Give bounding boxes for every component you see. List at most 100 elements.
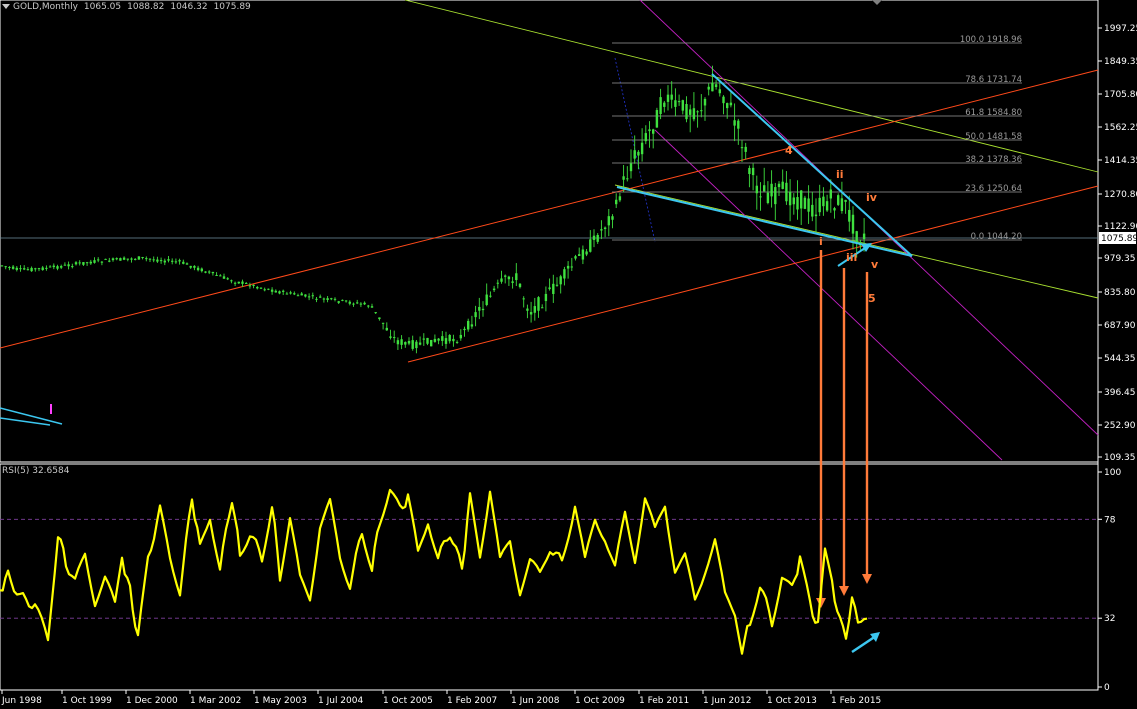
candle-body xyxy=(326,298,329,300)
candle-body xyxy=(15,267,18,270)
price-tick-label: 1414.35 xyxy=(1104,156,1137,166)
wave-label-v: v xyxy=(871,258,879,271)
candle-body xyxy=(711,82,714,92)
candle-body xyxy=(670,94,673,100)
candle-body xyxy=(837,195,840,205)
candle-body xyxy=(707,86,710,90)
candle-body xyxy=(174,261,178,263)
candle-body xyxy=(11,266,15,269)
candle-body xyxy=(45,267,48,269)
candle-body xyxy=(211,271,215,274)
candle-body xyxy=(196,267,200,271)
candle-body xyxy=(855,231,858,243)
candle-body xyxy=(459,334,462,339)
candle-body xyxy=(474,312,477,318)
candle-body xyxy=(322,298,326,300)
candle-body xyxy=(389,336,392,338)
main-pane-frame xyxy=(0,0,1099,463)
candle-body xyxy=(751,167,755,176)
candle-body xyxy=(763,185,766,192)
candle-body xyxy=(241,281,244,284)
candle-body xyxy=(633,150,636,159)
candle-body xyxy=(844,199,847,202)
candle-body xyxy=(529,312,533,315)
rsi-line xyxy=(0,488,868,655)
candle-body xyxy=(737,120,740,129)
candle-body xyxy=(729,102,733,106)
price-tick-label: 396.45 xyxy=(1104,388,1136,398)
candle-body xyxy=(825,201,829,211)
candle-body xyxy=(626,178,629,180)
candle-body xyxy=(759,196,762,198)
candle-body xyxy=(237,281,240,284)
price-tick-label: 109.35 xyxy=(1104,453,1136,463)
time-tick-label: 1 May 2003 xyxy=(254,696,307,706)
candle-body xyxy=(537,297,540,311)
wave-label-5: 5 xyxy=(868,292,876,305)
candle-body xyxy=(26,269,30,271)
candle-body xyxy=(352,303,355,305)
rsi-tick-label: 32 xyxy=(1104,614,1115,624)
candle-body xyxy=(41,267,44,271)
candle-body xyxy=(648,129,651,132)
candle-body xyxy=(851,214,855,234)
candle-body xyxy=(563,269,566,279)
candle-body xyxy=(307,296,311,298)
candle-body xyxy=(344,300,348,302)
candle-body xyxy=(293,293,296,295)
candle-body xyxy=(97,259,100,261)
candle-body xyxy=(800,190,803,209)
candle-body xyxy=(770,183,773,197)
candle-body xyxy=(437,338,440,341)
candle-body xyxy=(829,189,832,199)
candle-body xyxy=(840,198,844,212)
candle-body xyxy=(78,262,81,264)
candle-body xyxy=(171,260,174,262)
candle-body xyxy=(663,102,666,107)
fib-level-label: 23.6 1250.64 xyxy=(965,184,1022,194)
candle-body xyxy=(766,192,770,204)
candle-body xyxy=(581,249,585,260)
candle-body xyxy=(615,199,618,205)
candle-body xyxy=(640,142,644,155)
time-tick-label: 1 Jun 2008 xyxy=(511,696,560,706)
candle-body xyxy=(137,256,141,260)
time-tick-label: 1 Feb 2015 xyxy=(831,696,881,706)
price-chart[interactable]: 1997.25 1849.35 1705.80 1562.25 1414.35 1270.… xyxy=(0,0,1137,709)
candle-body xyxy=(274,290,277,293)
candle-body xyxy=(208,271,211,273)
wave-label-ii: ii xyxy=(836,168,844,181)
candle-body xyxy=(4,266,7,268)
time-tick-label: 1 Mar 2002 xyxy=(190,696,241,706)
candle-body xyxy=(681,100,684,111)
candle-body xyxy=(526,308,529,311)
candle-body xyxy=(193,265,196,268)
candle-body xyxy=(356,302,359,304)
candle-body xyxy=(230,280,233,282)
candle-body xyxy=(37,268,41,270)
candle-body xyxy=(189,265,192,268)
candle-body xyxy=(363,302,366,305)
candle-body xyxy=(570,266,573,268)
candle-body xyxy=(814,214,818,217)
fib-level-label: 50.0 1481.58 xyxy=(965,132,1022,142)
candle-body xyxy=(792,197,795,205)
channel-upper-line xyxy=(0,69,1099,349)
candle-body xyxy=(233,282,237,284)
candle-body xyxy=(256,286,259,289)
candle-body xyxy=(788,191,792,206)
candle-body xyxy=(622,176,625,180)
candle-body xyxy=(714,84,718,88)
candle-body xyxy=(448,335,451,342)
candle-body xyxy=(422,338,425,340)
price-tick-label: 687.90 xyxy=(1104,321,1136,331)
candle-body xyxy=(289,292,292,294)
candle-body xyxy=(245,282,248,284)
candle-body xyxy=(418,342,422,345)
candle-body xyxy=(463,328,466,331)
candle-body xyxy=(674,100,677,107)
time-tick-label: 1 Feb 2011 xyxy=(639,696,689,706)
candle-body xyxy=(82,262,85,265)
candle-body xyxy=(722,96,725,104)
candle-body xyxy=(726,103,729,109)
